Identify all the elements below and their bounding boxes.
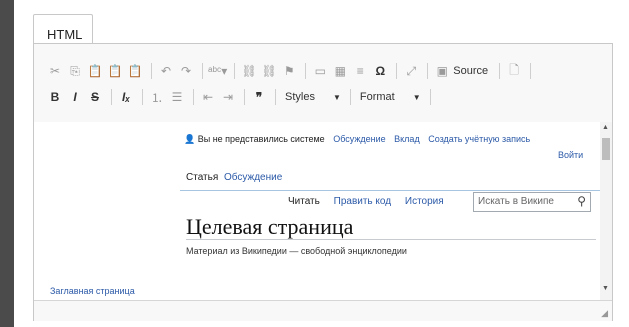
main-page-link[interactable]: Заглавная страница [50,286,135,296]
toolbar-separator [234,63,236,79]
paste-icon[interactable]: 📋 [86,61,104,81]
unlink-icon[interactable]: ⛓ [260,61,278,81]
scroll-thumb[interactable] [602,138,610,160]
toolbar-separator [244,89,245,105]
blockquote-icon[interactable]: ❞ [250,87,268,107]
not-logged-in-text: Вы не представились системе [197,134,325,144]
styles-dropdown-label: Styles [285,91,315,103]
editor-toolbar: ✂ ⎘ 📋 📋 📋 ↶ ↷ ᵃᵇᶜ▾ ⛓ ⛓ ⚑ ▭ ▦ ≡ Ω ⤢ ▣ Sou… [34,44,612,123]
tab-edit-source[interactable]: Править код [334,196,391,207]
toolbar-separator [396,63,398,79]
undo-icon[interactable]: ↶ [157,61,175,81]
outdent-icon[interactable]: ⇤ [199,87,217,107]
strike-button[interactable]: S [86,87,104,107]
editor-status-bar: ◢ [34,300,612,321]
styles-dropdown[interactable]: Styles ▼ [281,87,345,107]
format-dropdown-label: Format [359,91,395,103]
tab-read[interactable]: Читать [288,196,320,207]
toolbar-separator [193,89,194,105]
toolbar-separator [349,89,351,105]
chevron-down-icon: ▼ [332,92,341,102]
editor-content-area[interactable]: 👤 Вы не представились системе Обсуждение… [34,122,600,300]
link-icon[interactable]: ⛓ [240,61,258,81]
search-input[interactable]: Искать в Википе ⚲ [473,192,591,212]
table-icon[interactable]: ▦ [331,61,349,81]
view-tabs: Читать Править код История [284,194,459,209]
resize-grip-icon[interactable]: ◢ [601,308,608,319]
copy-icon[interactable]: ⎘ [66,61,84,81]
toolbar-row-2: B I S Iₓ ⒈ ☰ ⇤ ⇥ ❞ Styles ▼ Format ▼ [46,86,436,108]
format-dropdown[interactable]: Format ▼ [356,87,425,107]
preview-icon[interactable]: 🗋 [505,61,523,81]
tab-talk[interactable]: Обсуждение [224,172,282,183]
bold-button[interactable]: B [46,87,64,107]
scroll-down-icon[interactable]: ▼ [602,285,609,292]
spellcheck-icon[interactable]: ᵃᵇᶜ▾ [208,61,227,81]
create-account-link[interactable]: Создать учётную запись [428,134,530,144]
contributions-link[interactable]: Вклад [394,134,420,144]
tabs-divider [180,190,600,191]
numbered-list-icon[interactable]: ⒈ [148,87,166,107]
search-placeholder: Искать в Википе [478,196,554,207]
source-icon[interactable]: ▣ [433,61,451,81]
vertical-scrollbar[interactable]: ▲ ▼ [600,122,612,300]
toolbar-separator [275,89,276,105]
toolbar-separator [499,63,501,79]
toolbar-separator [151,63,152,79]
anchor-icon[interactable]: ⚑ [280,61,298,81]
redo-icon[interactable]: ↷ [177,61,195,81]
editor-tab-bar: HTML [33,0,613,44]
personal-tools: 👤 Вы не представились системе Обсуждение… [184,134,530,145]
tab-article[interactable]: Статья [186,172,218,183]
user-icon: 👤 [184,134,196,144]
toolbar-separator [142,89,143,105]
horizontal-line-icon[interactable]: ≡ [351,61,369,81]
source-button[interactable]: Source [453,61,488,81]
discussion-link[interactable]: Обсуждение [333,134,385,144]
image-icon[interactable]: ▭ [311,61,329,81]
chevron-down-icon: ▼ [412,92,421,102]
indent-icon[interactable]: ⇥ [219,87,237,107]
site-tagline: Материал из Википедии — свободной энцикл… [186,246,407,256]
toolbar-row-1: ✂ ⎘ 📋 📋 📋 ↶ ↷ ᵃᵇᶜ▾ ⛓ ⛓ ⚑ ▭ ▦ ≡ Ω ⤢ ▣ Sou… [46,60,536,82]
left-border-strip [0,0,14,327]
special-char-icon[interactable]: Ω [371,61,389,81]
tab-html[interactable]: HTML [33,14,93,44]
toolbar-separator [202,63,203,79]
login-link[interactable]: Войти [558,150,583,160]
bulleted-list-icon[interactable]: ☰ [168,87,186,107]
toolbar-separator [427,63,429,79]
paste-word-icon[interactable]: 📋 [126,61,144,81]
toolbar-separator [429,89,431,105]
rich-text-editor: ✂ ⎘ 📋 📋 📋 ↶ ↷ ᵃᵇᶜ▾ ⛓ ⛓ ⚑ ▭ ▦ ≡ Ω ⤢ ▣ Sou… [33,43,613,321]
italic-button[interactable]: I [66,87,84,107]
toolbar-separator [305,63,307,79]
heading-divider [186,239,596,240]
paste-text-icon[interactable]: 📋 [106,61,124,81]
tab-history[interactable]: История [405,196,444,207]
toolbar-separator [530,63,532,79]
page-heading: Целевая страница [186,214,354,239]
search-icon[interactable]: ⚲ [577,194,586,208]
toolbar-separator [111,89,112,105]
maximize-icon[interactable]: ⤢ [402,61,420,81]
remove-format-icon[interactable]: Iₓ [117,87,135,107]
scroll-up-icon[interactable]: ▲ [602,124,609,131]
cut-icon[interactable]: ✂ [46,61,64,81]
